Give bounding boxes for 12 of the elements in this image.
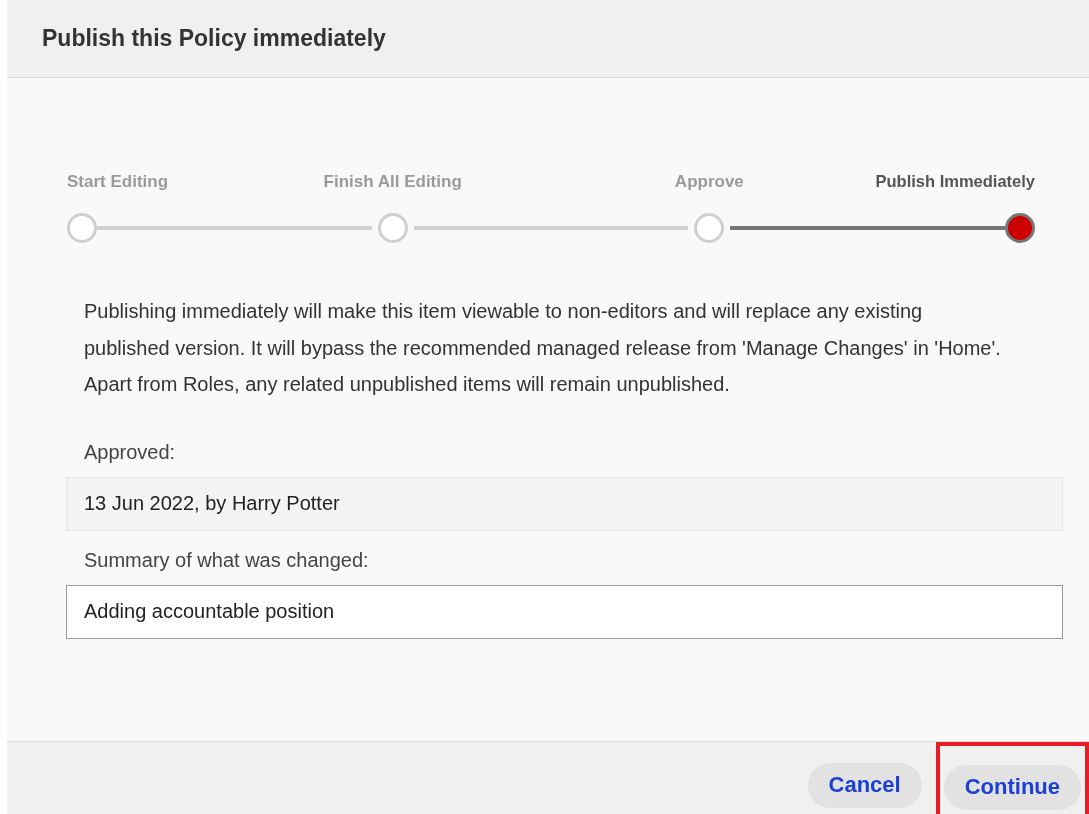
continue-button[interactable]: Continue bbox=[943, 764, 1081, 810]
step-label: Approve bbox=[674, 172, 744, 193]
field-label: Approved: bbox=[84, 440, 177, 464]
field-label: Summary of what was changed: bbox=[84, 548, 370, 572]
step-label: Publish Immediately bbox=[875, 172, 1035, 192]
summary-input-field[interactable]: Adding accountable position bbox=[66, 584, 1063, 639]
message-text: Publishing immediately will make this item viewable to non-editors and will replace any existing published version. It will bypass the recommended managed release from 'Manage Changes' in 'Home'. Apart from Roles, any related unpublished items will remain unpublished. bbox=[84, 299, 1002, 397]
readonly-field: 13 Jun 2022, by Harry Potter bbox=[66, 476, 1063, 531]
dialog-title: Publish this Policy immediately bbox=[42, 25, 386, 52]
step-label: Finish All Editing bbox=[323, 172, 462, 193]
cancel-button[interactable]: Cancel bbox=[807, 762, 922, 808]
step-label: Start Editing bbox=[67, 172, 169, 193]
